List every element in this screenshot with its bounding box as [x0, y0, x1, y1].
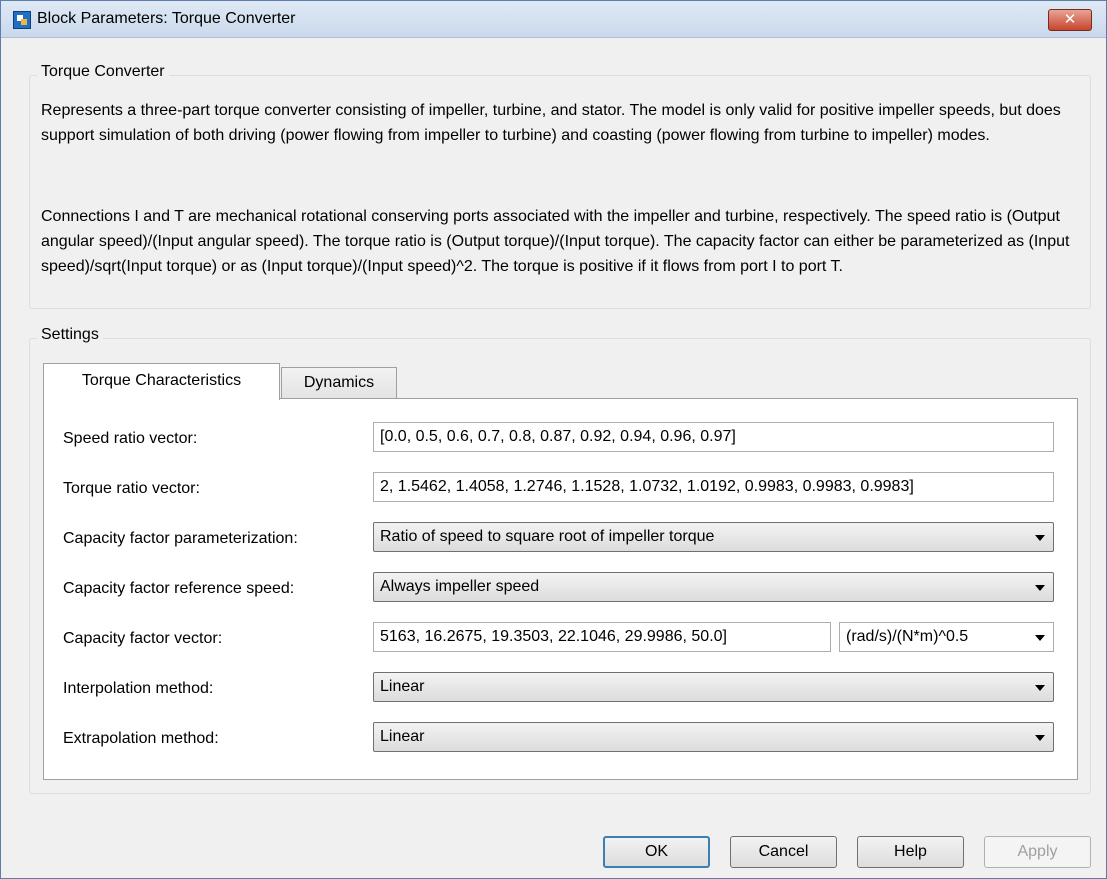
capacity-factor-vector-value: 5163, 16.2675, 19.3503, 22.1046, 29.9986…: [380, 628, 727, 645]
capacity-factor-parameterization-label: Capacity factor parameterization:: [63, 530, 298, 547]
close-icon: ✕: [1063, 11, 1077, 28]
extrapolation-method-label: Extrapolation method:: [63, 730, 219, 747]
chevron-down-icon: [1035, 635, 1045, 641]
extrapolation-method-select[interactable]: Linear: [373, 722, 1054, 752]
torque-ratio-label: Torque ratio vector:: [63, 480, 200, 497]
settings-group-label: Settings: [37, 326, 103, 344]
selected-value: Ratio of speed to square root of impelle…: [380, 528, 715, 545]
torque-ratio-input[interactable]: 2, 1.5462, 1.4058, 1.2746, 1.1528, 1.073…: [373, 472, 1054, 502]
selected-value: Linear: [380, 728, 425, 745]
cancel-button[interactable]: Cancel: [730, 836, 837, 868]
interpolation-method-label: Interpolation method:: [63, 680, 214, 697]
capacity-factor-parameterization-select[interactable]: Ratio of speed to square root of impelle…: [373, 522, 1054, 552]
dialog-window: Block Parameters: Torque Converter ✕ Tor…: [0, 0, 1107, 879]
tab-label: Torque Characteristics: [81, 372, 242, 389]
selected-unit: (rad/s)/(N*m)^0.5: [846, 628, 969, 645]
speed-ratio-input[interactable]: [0.0, 0.5, 0.6, 0.7, 0.8, 0.87, 0.92, 0.…: [373, 422, 1054, 452]
capacity-factor-reference-speed-label: Capacity factor reference speed:: [63, 580, 295, 597]
selected-value: Always impeller speed: [380, 578, 540, 595]
capacity-factor-unit-select[interactable]: (rad/s)/(N*m)^0.5: [839, 622, 1054, 652]
block-parameters-icon: [13, 11, 31, 29]
description-group-label: Torque Converter: [37, 63, 169, 81]
ok-button[interactable]: OK: [603, 836, 710, 868]
description-paragraph-1: Represents a three-part torque converter…: [41, 102, 1061, 144]
description-paragraph-2: Connections I and T are mechanical rotat…: [41, 208, 1070, 275]
help-button[interactable]: Help: [857, 836, 964, 868]
chevron-down-icon: [1035, 685, 1045, 691]
close-button[interactable]: ✕: [1048, 9, 1092, 31]
selected-value: Linear: [380, 678, 425, 695]
chevron-down-icon: [1035, 585, 1045, 591]
tab-label: Dynamics: [303, 374, 375, 391]
interpolation-method-select[interactable]: Linear: [373, 672, 1054, 702]
speed-ratio-value: [0.0, 0.5, 0.6, 0.7, 0.8, 0.87, 0.92, 0.…: [380, 428, 736, 445]
chevron-down-icon: [1035, 535, 1045, 541]
capacity-factor-vector-input[interactable]: 5163, 16.2675, 19.3503, 22.1046, 29.9986…: [373, 622, 831, 652]
chevron-down-icon: [1035, 735, 1045, 741]
apply-button[interactable]: Apply: [984, 836, 1091, 868]
tab-dynamics[interactable]: Dynamics: [281, 367, 397, 399]
tab-torque-characteristics[interactable]: Torque Characteristics: [43, 363, 280, 400]
speed-ratio-label: Speed ratio vector:: [63, 430, 198, 447]
capacity-factor-vector-label: Capacity factor vector:: [63, 630, 223, 647]
capacity-factor-reference-speed-select[interactable]: Always impeller speed: [373, 572, 1054, 602]
window-title: Block Parameters: Torque Converter: [37, 10, 296, 27]
torque-ratio-value: 2, 1.5462, 1.4058, 1.2746, 1.1528, 1.073…: [380, 478, 914, 495]
title-bar[interactable]: Block Parameters: Torque Converter ✕: [1, 1, 1106, 38]
